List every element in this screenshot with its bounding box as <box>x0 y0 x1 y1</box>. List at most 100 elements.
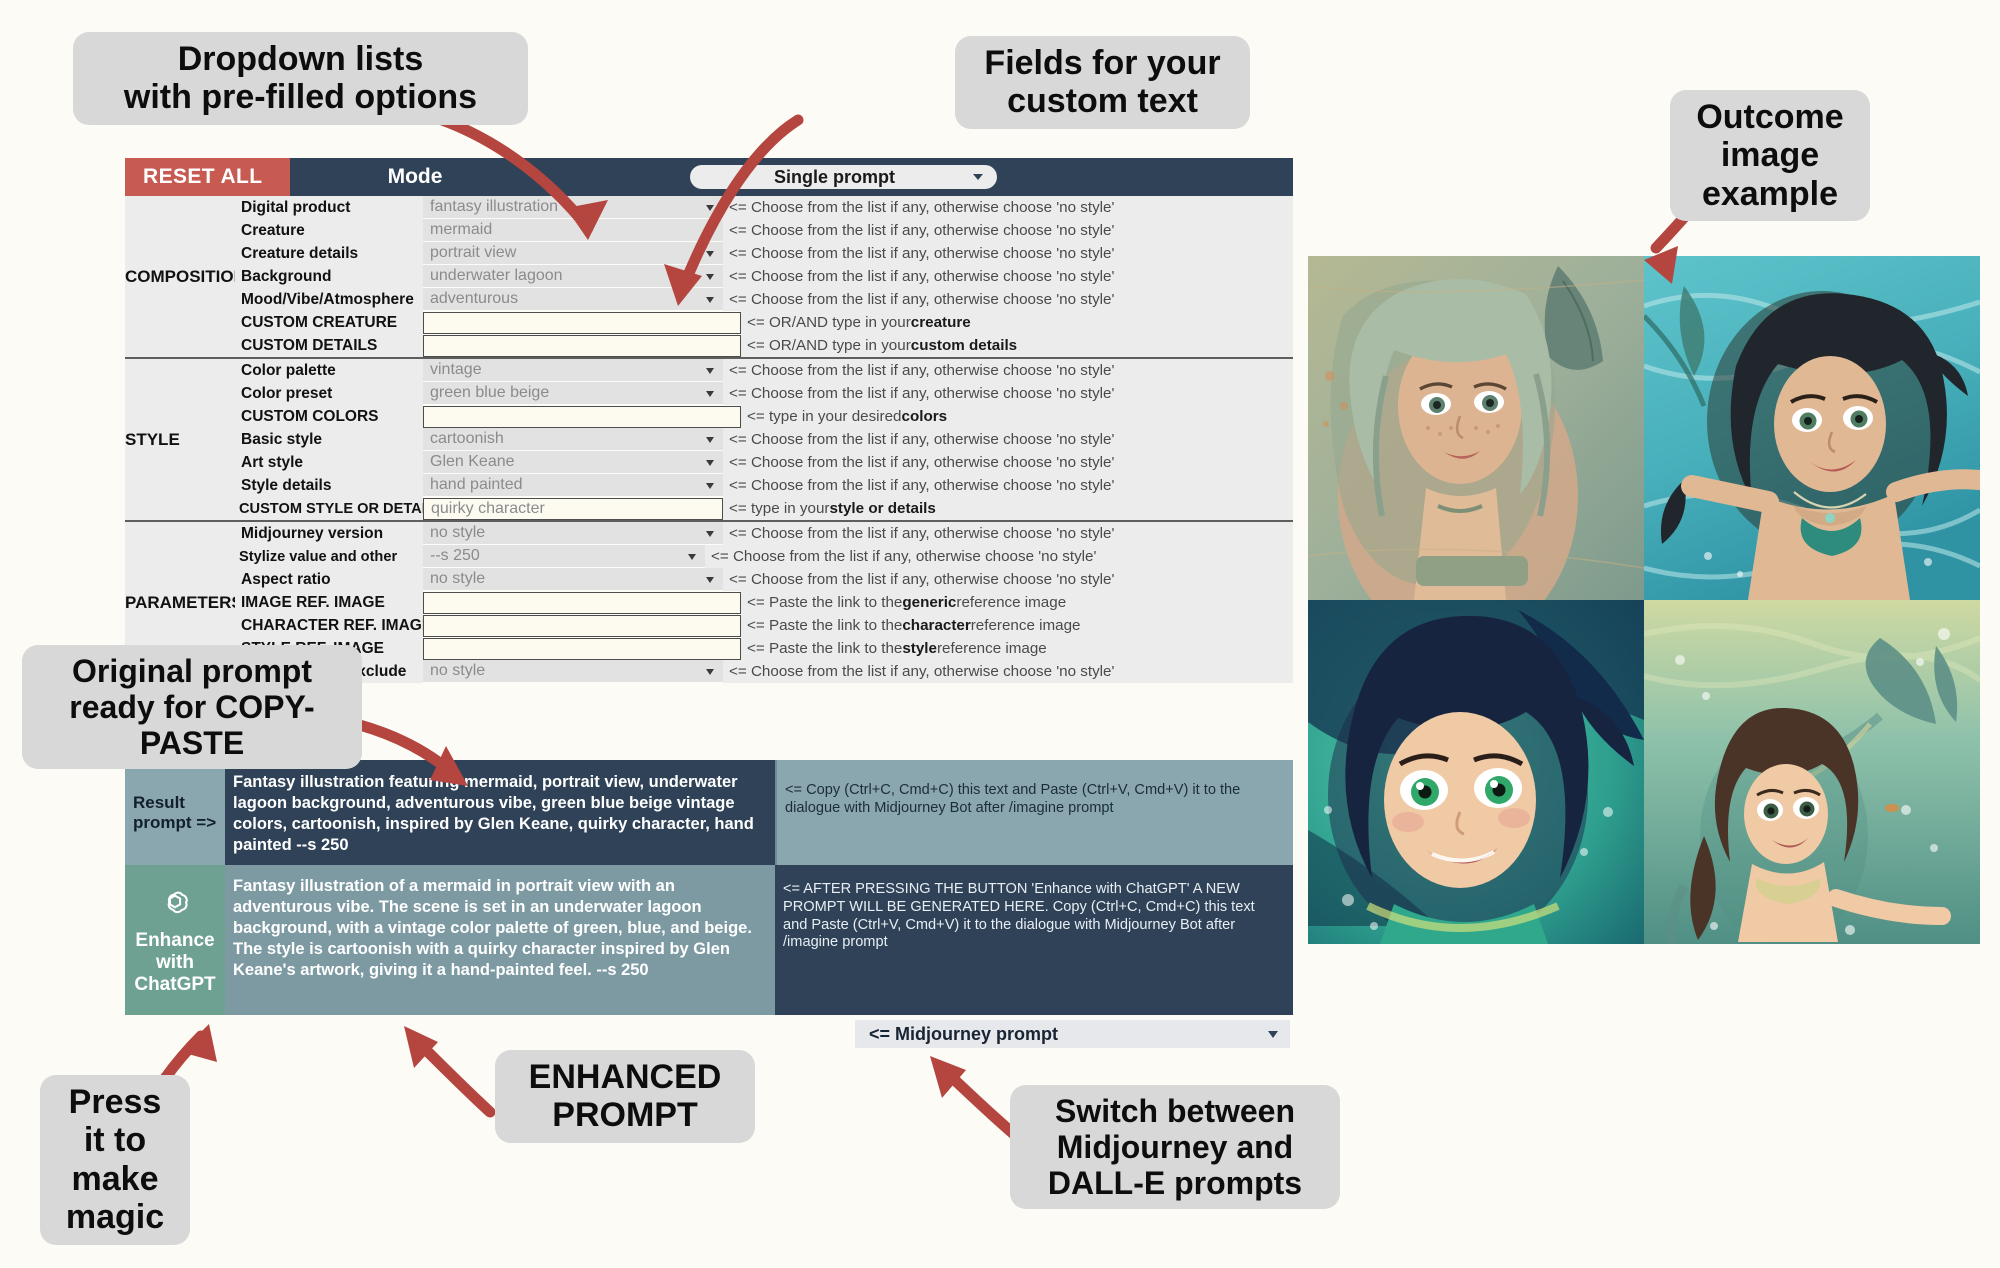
field-text-input[interactable] <box>423 405 741 428</box>
callout-enhanced-prompt: ENHANCED PROMPT <box>495 1050 755 1143</box>
result-prompt-label: Result prompt => <box>125 760 225 865</box>
field-hint-emphasis: custom details <box>910 337 1018 354</box>
prompt-type-select[interactable]: <= Midjourney prompt <box>855 1020 1290 1048</box>
outcome-image-grid <box>1308 256 1980 944</box>
field-dropdown[interactable]: no style <box>423 660 723 683</box>
field-label: Basic style <box>235 428 423 451</box>
field-label: Creature <box>235 219 423 242</box>
field-dropdown-value: Glen Keane <box>430 453 515 470</box>
chevron-down-icon <box>706 483 714 489</box>
callout-enhanced-prompt-text: ENHANCED PROMPT <box>528 1058 722 1135</box>
arrow-custom-fields <box>664 114 804 306</box>
field-dropdown[interactable]: green blue beige <box>423 382 723 405</box>
field-label: Background <box>235 265 423 288</box>
field-label: Midjourney version <box>235 522 423 545</box>
section-style: STYLE Color palette vintage <= Choose from … <box>125 359 1293 522</box>
chevron-down-icon <box>1268 1031 1278 1038</box>
field-hint: <= Paste the link to the generic referen… <box>741 591 1293 614</box>
field-row: Style details hand painted <= Choose from … <box>235 474 1293 497</box>
field-dropdown[interactable]: cartoonish <box>423 428 723 451</box>
callout-press-it-text: Press it to make magic <box>65 1083 165 1237</box>
field-dropdown[interactable]: no style <box>423 522 723 545</box>
callout-switch-prompts-text: Switch between Midjourney and DALL-E pro… <box>1047 1093 1303 1202</box>
field-hint-pre: <= Paste the link to the <box>747 640 903 657</box>
field-label: Color preset <box>235 382 423 405</box>
field-label: Color palette <box>235 359 423 382</box>
field-hint: <= Choose from the list if any, otherwis… <box>723 474 1293 497</box>
field-hint-emphasis: colors <box>901 408 948 425</box>
enhance-button-line-3: ChatGPT <box>134 973 216 995</box>
callout-dropdowns-text: Dropdown lists with pre-filled options <box>123 40 478 117</box>
enhanced-prompt-hint: <= AFTER PRESSING THE BUTTON 'Enhance wi… <box>775 865 1293 1015</box>
field-hint: <= OR/AND type in your creature <box>741 311 1293 334</box>
field-row: Parameters to excludeno style<= Choose f… <box>235 660 1293 683</box>
reset-all-button[interactable]: RESET ALL <box>125 158 290 196</box>
field-hint: <= type in your style or details <box>723 497 1293 520</box>
field-dropdown-value: no style <box>430 524 486 541</box>
section-label: COMPOSITION <box>125 196 246 357</box>
field-label: CUSTOM STYLE OR DETAILS <box>235 497 444 520</box>
enhanced-prompt-text[interactable]: Fantasy illustration of a mermaid in por… <box>225 865 775 1015</box>
field-text-input[interactable]: quirky character <box>423 497 723 520</box>
field-hint-pre: <= Paste the link to the <box>747 594 903 611</box>
chevron-down-icon <box>706 368 714 374</box>
field-row: Color preset green blue beige <= Choose fr… <box>235 382 1293 405</box>
field-label: CUSTOM COLORS <box>235 405 423 428</box>
field-dropdown[interactable]: vintage <box>423 359 723 382</box>
chevron-down-icon <box>706 669 714 675</box>
field-text-input[interactable] <box>423 591 741 614</box>
field-hint: <= OR/AND type in your custom details <box>741 334 1293 357</box>
outcome-image-3 <box>1308 600 1644 944</box>
field-dropdown[interactable]: --s 250 <box>423 545 705 568</box>
field-hint-pre: <= Choose from the list if any, otherwis… <box>729 454 1115 471</box>
callout-original-prompt-text: Original prompt ready for COPY- PASTE <box>69 653 315 762</box>
chevron-down-icon <box>706 391 714 397</box>
enhance-button-line-2: with <box>156 952 194 974</box>
field-dropdown[interactable]: Glen Keane <box>423 451 723 474</box>
field-hint-pre: <= Choose from the list if any, otherwis… <box>711 548 1097 565</box>
field-row: CUSTOM COLORS <= type in your desired col… <box>235 405 1293 428</box>
field-label: Style details <box>235 474 423 497</box>
field-dropdown-value: no style <box>430 570 486 587</box>
field-hint: <= Choose from the list if any, otherwis… <box>723 359 1293 382</box>
chevron-down-icon <box>706 460 714 466</box>
enhanced-prompt-block: Enhance with ChatGPT Fantasy illustratio… <box>125 865 1293 1015</box>
arrow-enhanced-prompt <box>404 1026 496 1118</box>
field-label: IMAGE REF. IMAGE <box>235 591 423 614</box>
field-label: CUSTOM CREATURE <box>235 311 423 334</box>
field-dropdown-value: adventurous <box>430 290 519 307</box>
callout-dropdowns: Dropdown lists with pre-filled options <box>73 32 528 125</box>
field-label: CUSTOM DETAILS <box>235 334 423 357</box>
field-hint-pre: <= Choose from the list if any, otherwis… <box>729 663 1115 680</box>
field-text-input[interactable] <box>423 637 741 660</box>
field-row: Aspect ratio no style <= Choose from the l… <box>235 568 1293 591</box>
field-hint: <= Paste the link to the character refer… <box>741 614 1293 637</box>
outcome-image-2 <box>1644 256 1980 600</box>
field-row: Stylize value and other --s 250 <= Choose … <box>235 545 1293 568</box>
field-text-input[interactable] <box>423 614 741 637</box>
callout-outcome-text: Outcome image example <box>1696 98 1844 213</box>
field-hint: <= Choose from the list if any, otherwis… <box>705 545 1293 568</box>
field-row: Art style Glen Keane <= Choose from the li… <box>235 451 1293 474</box>
field-dropdown-value: vintage <box>430 361 482 378</box>
field-row: CHARACTER REF. IMAGE <= Paste the link to… <box>235 614 1293 637</box>
result-prompt-hint: <= Copy (Ctrl+C, Cmd+C) this text and Pa… <box>775 760 1293 865</box>
field-label: Stylize value and other <box>235 545 423 568</box>
field-hint-emphasis: creature <box>910 314 971 331</box>
enhance-button-line-1: Enhance <box>135 930 215 952</box>
section-rows: Color palette vintage <= Choose from the l… <box>235 359 1293 520</box>
field-label: CHARACTER REF. IMAGE <box>235 614 432 637</box>
chevron-down-icon <box>688 554 696 560</box>
field-hint-emphasis: style <box>902 640 937 657</box>
field-hint: <= type in your desired colors <box>741 405 1293 428</box>
field-hint-emphasis: generic <box>902 594 957 611</box>
enhance-with-chatgpt-button[interactable]: Enhance with ChatGPT <box>125 865 225 1015</box>
field-dropdown[interactable]: hand painted <box>423 474 723 497</box>
field-row: Color palette vintage <= Choose from the l… <box>235 359 1293 382</box>
field-dropdown[interactable]: no style <box>423 568 723 591</box>
chatgpt-logo-icon <box>167 891 188 914</box>
field-dropdown-value: --s 250 <box>430 547 480 564</box>
field-hint-pre: <= Choose from the list if any, otherwis… <box>729 525 1115 542</box>
field-row: Midjourney version no style <= Choose from… <box>235 522 1293 545</box>
field-label: Digital product <box>235 196 423 219</box>
